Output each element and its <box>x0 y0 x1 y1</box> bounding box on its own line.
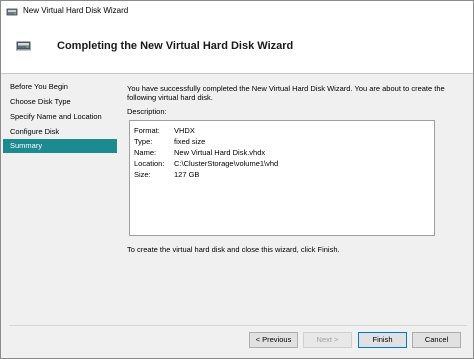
property-name: Type: <box>134 137 153 146</box>
summary-panel: You have successfully completed the New … <box>127 74 467 319</box>
content-area: Before You Begin Choose Disk Type Specif… <box>1 74 473 319</box>
intro-text: You have successfully completed the New … <box>127 84 445 102</box>
nav-item-specify-name-location[interactable]: Specify Name and Location <box>3 110 117 124</box>
property-name: Size: <box>134 170 151 179</box>
previous-button[interactable]: < Previous <box>249 332 298 348</box>
description-label: Description: <box>127 107 167 116</box>
page-title: Completing the New Virtual Hard Disk Wiz… <box>57 40 294 52</box>
wizard-steps-nav: Before You Begin Choose Disk Type Specif… <box>1 74 117 319</box>
footer-divider <box>9 325 467 326</box>
property-name: Format: <box>134 126 160 135</box>
window-title: New Virtual Hard Disk Wizard <box>23 6 129 15</box>
property-value: fixed size <box>174 137 206 146</box>
title-bar: New Virtual Hard Disk Wizard <box>1 1 473 21</box>
finish-button[interactable]: Finish <box>358 332 407 348</box>
property-name: Name: <box>134 148 157 157</box>
finish-note: To create the virtual hard disk and clos… <box>127 245 340 254</box>
nav-item-choose-disk-type[interactable]: Choose Disk Type <box>3 95 117 109</box>
nav-item-before-you-begin[interactable]: Before You Begin <box>3 80 117 94</box>
nav-item-summary[interactable]: Summary <box>3 139 117 153</box>
property-value: 127 GB <box>174 170 200 179</box>
property-value: VHDX <box>174 126 195 135</box>
wizard-footer: < Previous Next > Finish Cancel <box>1 319 473 358</box>
virtual-disk-icon <box>6 8 18 16</box>
wizard-header: Completing the New Virtual Hard Disk Wiz… <box>1 21 473 73</box>
next-button[interactable]: Next > <box>303 332 352 348</box>
property-value: C:\ClusterStorage\volume1\vhd <box>174 159 279 168</box>
virtual-disk-icon <box>16 41 31 51</box>
description-box[interactable]: Format: VHDX Type: fixed size Name: New … <box>129 120 435 236</box>
property-name: Location: <box>134 159 165 168</box>
property-value: New Virtual Hard Disk.vhdx <box>174 148 266 157</box>
nav-item-configure-disk[interactable]: Configure Disk <box>3 125 117 139</box>
wizard-window: New Virtual Hard Disk Wizard Completing … <box>0 0 474 359</box>
cancel-button[interactable]: Cancel <box>412 332 461 348</box>
